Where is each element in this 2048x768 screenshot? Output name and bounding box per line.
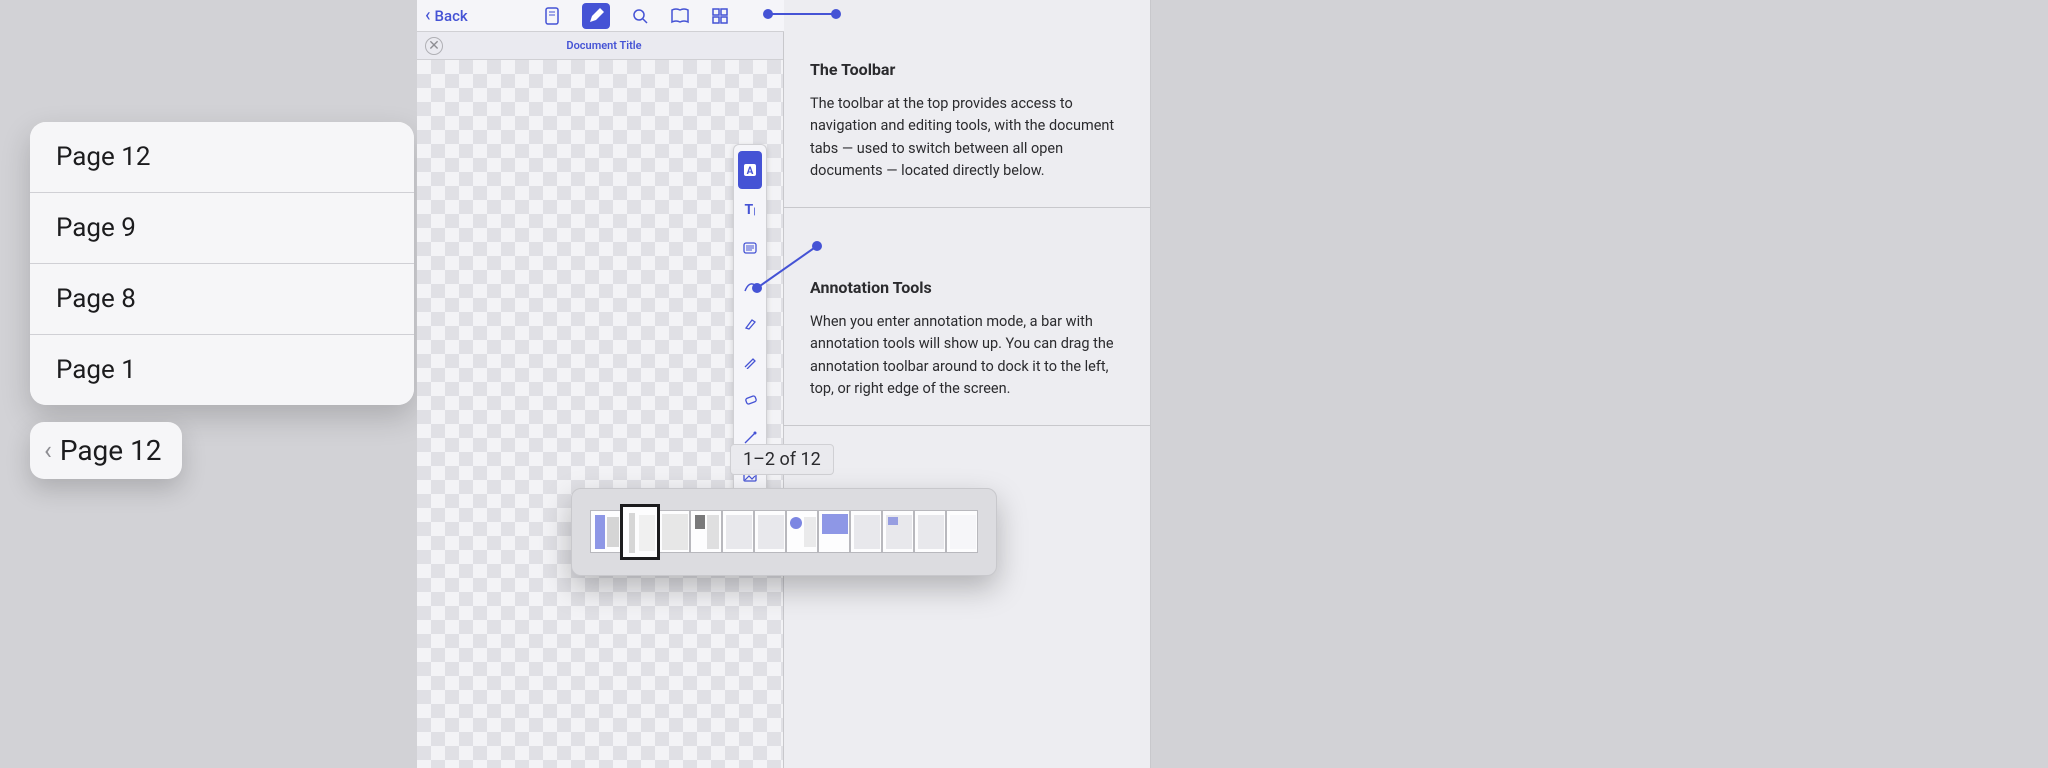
document-tab-title[interactable]: Document Title (451, 39, 757, 52)
history-item[interactable]: Page 8 (30, 264, 414, 335)
document-reader: ‹ Back ✕ Document Title (417, 0, 1151, 768)
section-body: The toolbar at the top provides access t… (810, 93, 1124, 183)
back-button[interactable]: ‹ Back (425, 5, 468, 26)
page-thumbnail[interactable] (850, 510, 882, 553)
page-thumbnail[interactable] (946, 510, 978, 553)
breadcrumb-label: Page 12 (60, 434, 162, 467)
section-heading: Annotation Tools (810, 278, 1124, 297)
grid-icon[interactable] (710, 6, 730, 26)
text-tool-icon[interactable]: T| (734, 191, 766, 229)
eraser-tool-icon[interactable] (734, 381, 766, 419)
thumbnail-strip (590, 510, 978, 554)
page-thumbnail-current[interactable] (620, 504, 660, 560)
back-label: Back (435, 7, 468, 25)
page-thumbnail[interactable] (690, 510, 722, 553)
section-body: When you enter annotation mode, a bar wi… (810, 311, 1124, 401)
toolbar: ‹ Back (417, 0, 784, 32)
page-thumbnail[interactable] (914, 510, 946, 553)
svg-text:A: A (747, 166, 754, 177)
page-history-popover: Page 12 Page 9 Page 8 Page 1 (30, 122, 414, 405)
history-item[interactable]: Page 12 (30, 122, 414, 193)
page-thumbnail[interactable] (786, 510, 818, 553)
history-item[interactable]: Page 9 (30, 193, 414, 264)
content-section-annotation: Annotation Tools When you enter annotati… (784, 208, 1150, 426)
outline-icon[interactable] (542, 6, 562, 26)
page-thumbnail[interactable] (754, 510, 786, 553)
content-section-toolbar: The Toolbar The toolbar at the top provi… (784, 0, 1150, 208)
page-thumbnail[interactable] (882, 510, 914, 553)
document-page-left: ✕ Document Title A T| (417, 0, 784, 768)
chevron-left-icon: ‹ (425, 5, 431, 26)
breadcrumb[interactable]: ‹ Page 12 (30, 422, 182, 479)
chevron-left-icon: ‹ (44, 436, 52, 466)
ink-tool-icon[interactable] (734, 267, 766, 305)
page-thumbnail[interactable] (658, 510, 690, 553)
document-tabs: ✕ Document Title (417, 32, 783, 60)
page-thumbnail[interactable] (818, 510, 850, 553)
document-canvas[interactable]: A T| (417, 60, 783, 768)
search-icon[interactable] (630, 6, 650, 26)
marker-tool-icon[interactable] (734, 305, 766, 343)
document-page-right: The Toolbar The toolbar at the top provi… (784, 0, 1151, 768)
section-heading: The Toolbar (810, 60, 1124, 79)
page-indicator: 1–2 of 12 (730, 444, 834, 475)
page-thumbnail[interactable] (722, 510, 754, 553)
note-tool-icon[interactable] (734, 229, 766, 267)
close-tab-button[interactable]: ✕ (425, 37, 443, 55)
highlight-tool-icon[interactable]: A (738, 151, 762, 189)
history-item[interactable]: Page 1 (30, 335, 414, 405)
annotate-icon[interactable] (582, 3, 610, 29)
thumbnail-scrubber[interactable] (571, 488, 997, 576)
pen-tool-icon[interactable] (734, 343, 766, 381)
page-thumbnail[interactable] (590, 510, 622, 553)
reader-icon[interactable] (670, 6, 690, 26)
